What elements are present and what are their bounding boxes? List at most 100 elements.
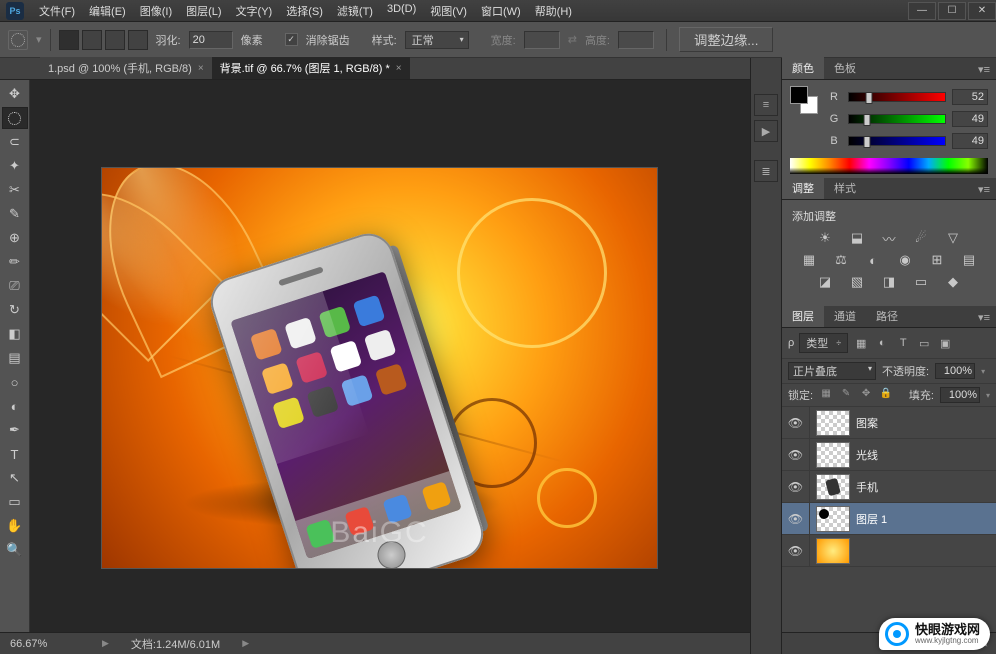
gradient-map-icon[interactable]: ▭ — [912, 274, 930, 290]
type-tool[interactable]: T — [2, 443, 28, 465]
tab-adjustments[interactable]: 调整 — [782, 177, 824, 199]
filter-smart-icon[interactable]: ▣ — [937, 335, 953, 351]
selection-add[interactable] — [82, 30, 102, 50]
r-slider[interactable] — [848, 92, 946, 102]
brightness-icon[interactable]: ☀ — [816, 230, 834, 246]
refine-edge-button[interactable]: 调整边缘... — [679, 27, 773, 52]
selection-new[interactable] — [59, 30, 79, 50]
marquee-tool-icon[interactable] — [8, 30, 28, 50]
bw-icon[interactable]: ◐ — [864, 252, 882, 268]
menu-view[interactable]: 视图(V) — [423, 0, 474, 22]
gradient-tool[interactable]: ▤ — [2, 347, 28, 369]
layer-thumbnail[interactable] — [816, 442, 850, 468]
panel-menu-icon[interactable]: ▾≡ — [972, 180, 996, 199]
tab-styles[interactable]: 样式 — [824, 177, 866, 199]
levels-icon[interactable]: ⬓ — [848, 230, 866, 246]
opacity-input[interactable] — [935, 363, 975, 379]
marquee-tool[interactable] — [2, 107, 28, 129]
layer-row[interactable]: 👁 光线 — [782, 439, 996, 471]
layer-row[interactable]: 👁 — [782, 535, 996, 567]
b-input[interactable] — [952, 133, 988, 149]
zoom-level[interactable]: 66.67% — [10, 638, 80, 650]
filter-shape-icon[interactable]: ▭ — [916, 335, 932, 351]
filter-type-icon[interactable]: T — [895, 335, 911, 351]
canvas[interactable]: BaiGC — [102, 168, 657, 568]
panel-menu-icon[interactable]: ▾≡ — [972, 60, 996, 79]
hue-icon[interactable]: ▦ — [800, 252, 818, 268]
close-button[interactable]: ✕ — [968, 2, 996, 20]
dodge-tool[interactable]: ◐ — [2, 395, 28, 417]
visibility-toggle[interactable]: 👁 — [782, 503, 810, 534]
lock-all-icon[interactable]: 🔒 — [879, 388, 893, 402]
path-select-tool[interactable]: ↖ — [2, 467, 28, 489]
tab-paths[interactable]: 路径 — [866, 305, 908, 327]
zoom-menu-icon[interactable]: ▶ — [102, 638, 109, 649]
lookup-icon[interactable]: ▤ — [960, 252, 978, 268]
layer-thumbnail[interactable] — [816, 410, 850, 436]
crop-tool[interactable]: ✂ — [2, 179, 28, 201]
history-brush-tool[interactable]: ↻ — [2, 299, 28, 321]
zoom-tool[interactable]: 🔍 — [2, 539, 28, 561]
channel-mixer-icon[interactable]: ⊞ — [928, 252, 946, 268]
balance-icon[interactable]: ⚖ — [832, 252, 850, 268]
tab-swatches[interactable]: 色板 — [824, 57, 866, 79]
healing-tool[interactable]: ⊕ — [2, 227, 28, 249]
blur-tool[interactable]: ○ — [2, 371, 28, 393]
posterize-icon[interactable]: ▧ — [848, 274, 866, 290]
layer-name[interactable]: 图案 — [856, 415, 878, 431]
doc-tab-2[interactable]: 背景.tif @ 66.7% (图层 1, RGB/8) * × — [212, 56, 410, 79]
doc-info-menu-icon[interactable]: ▶ — [242, 638, 249, 649]
layer-name[interactable]: 图层 1 — [856, 511, 887, 527]
layer-row[interactable]: 👁 图案 — [782, 407, 996, 439]
tab-color[interactable]: 颜色 — [782, 57, 824, 79]
menu-edit[interactable]: 编辑(E) — [82, 0, 133, 22]
properties-panel-icon[interactable]: ≣ — [754, 160, 778, 182]
eraser-tool[interactable]: ◧ — [2, 323, 28, 345]
history-panel-icon[interactable]: ≡ — [754, 94, 778, 116]
visibility-toggle[interactable]: 👁 — [782, 439, 810, 470]
menu-layer[interactable]: 图层(L) — [179, 0, 228, 22]
layer-name[interactable]: 光线 — [856, 447, 878, 463]
photo-filter-icon[interactable]: ◉ — [896, 252, 914, 268]
exposure-icon[interactable]: ☄ — [912, 230, 930, 246]
visibility-toggle[interactable]: 👁 — [782, 407, 810, 438]
close-icon[interactable]: × — [198, 63, 204, 74]
feather-input[interactable] — [189, 31, 233, 49]
layer-row[interactable]: 👁 图层 1 — [782, 503, 996, 535]
close-icon[interactable]: × — [396, 63, 402, 74]
selection-subtract[interactable] — [105, 30, 125, 50]
antialias-checkbox[interactable]: ✓ — [285, 33, 298, 46]
color-ramp[interactable] — [790, 158, 988, 174]
lock-position-icon[interactable]: ✥ — [859, 388, 873, 402]
layer-thumbnail[interactable] — [816, 474, 850, 500]
filter-adjust-icon[interactable]: ◐ — [874, 335, 890, 351]
maximize-button[interactable]: ☐ — [938, 2, 966, 20]
tab-channels[interactable]: 通道 — [824, 305, 866, 327]
brush-tool[interactable]: ✏ — [2, 251, 28, 273]
eyedropper-tool[interactable]: ✎ — [2, 203, 28, 225]
curves-icon[interactable]: 〰 — [880, 230, 898, 246]
visibility-toggle[interactable]: 👁 — [782, 535, 810, 566]
style-select[interactable]: 正常 — [405, 31, 469, 49]
blend-mode-select[interactable]: 正片叠底 — [788, 362, 876, 380]
lock-pixels-icon[interactable]: ✎ — [839, 388, 853, 402]
color-swatches[interactable] — [790, 86, 818, 114]
doc-tab-1[interactable]: 1.psd @ 100% (手机, RGB/8) × — [40, 57, 212, 79]
layer-name[interactable]: 手机 — [856, 479, 878, 495]
threshold-icon[interactable]: ◨ — [880, 274, 898, 290]
layer-kind-filter[interactable]: 类型 — [799, 333, 848, 353]
layer-thumbnail[interactable] — [816, 538, 850, 564]
menu-window[interactable]: 窗口(W) — [474, 0, 528, 22]
menu-3d[interactable]: 3D(D) — [380, 0, 423, 22]
doc-info[interactable]: 文档:1.24M/6.01M — [131, 636, 220, 652]
selection-intersect[interactable] — [128, 30, 148, 50]
wand-tool[interactable]: ✦ — [2, 155, 28, 177]
lock-transparent-icon[interactable]: ▦ — [819, 388, 833, 402]
filter-pixel-icon[interactable]: ▦ — [853, 335, 869, 351]
actions-panel-icon[interactable]: ▶ — [754, 120, 778, 142]
tab-layers[interactable]: 图层 — [782, 305, 824, 327]
invert-icon[interactable]: ◪ — [816, 274, 834, 290]
g-input[interactable] — [952, 111, 988, 127]
stamp-tool[interactable]: ⎚ — [2, 275, 28, 297]
visibility-toggle[interactable]: 👁 — [782, 471, 810, 502]
